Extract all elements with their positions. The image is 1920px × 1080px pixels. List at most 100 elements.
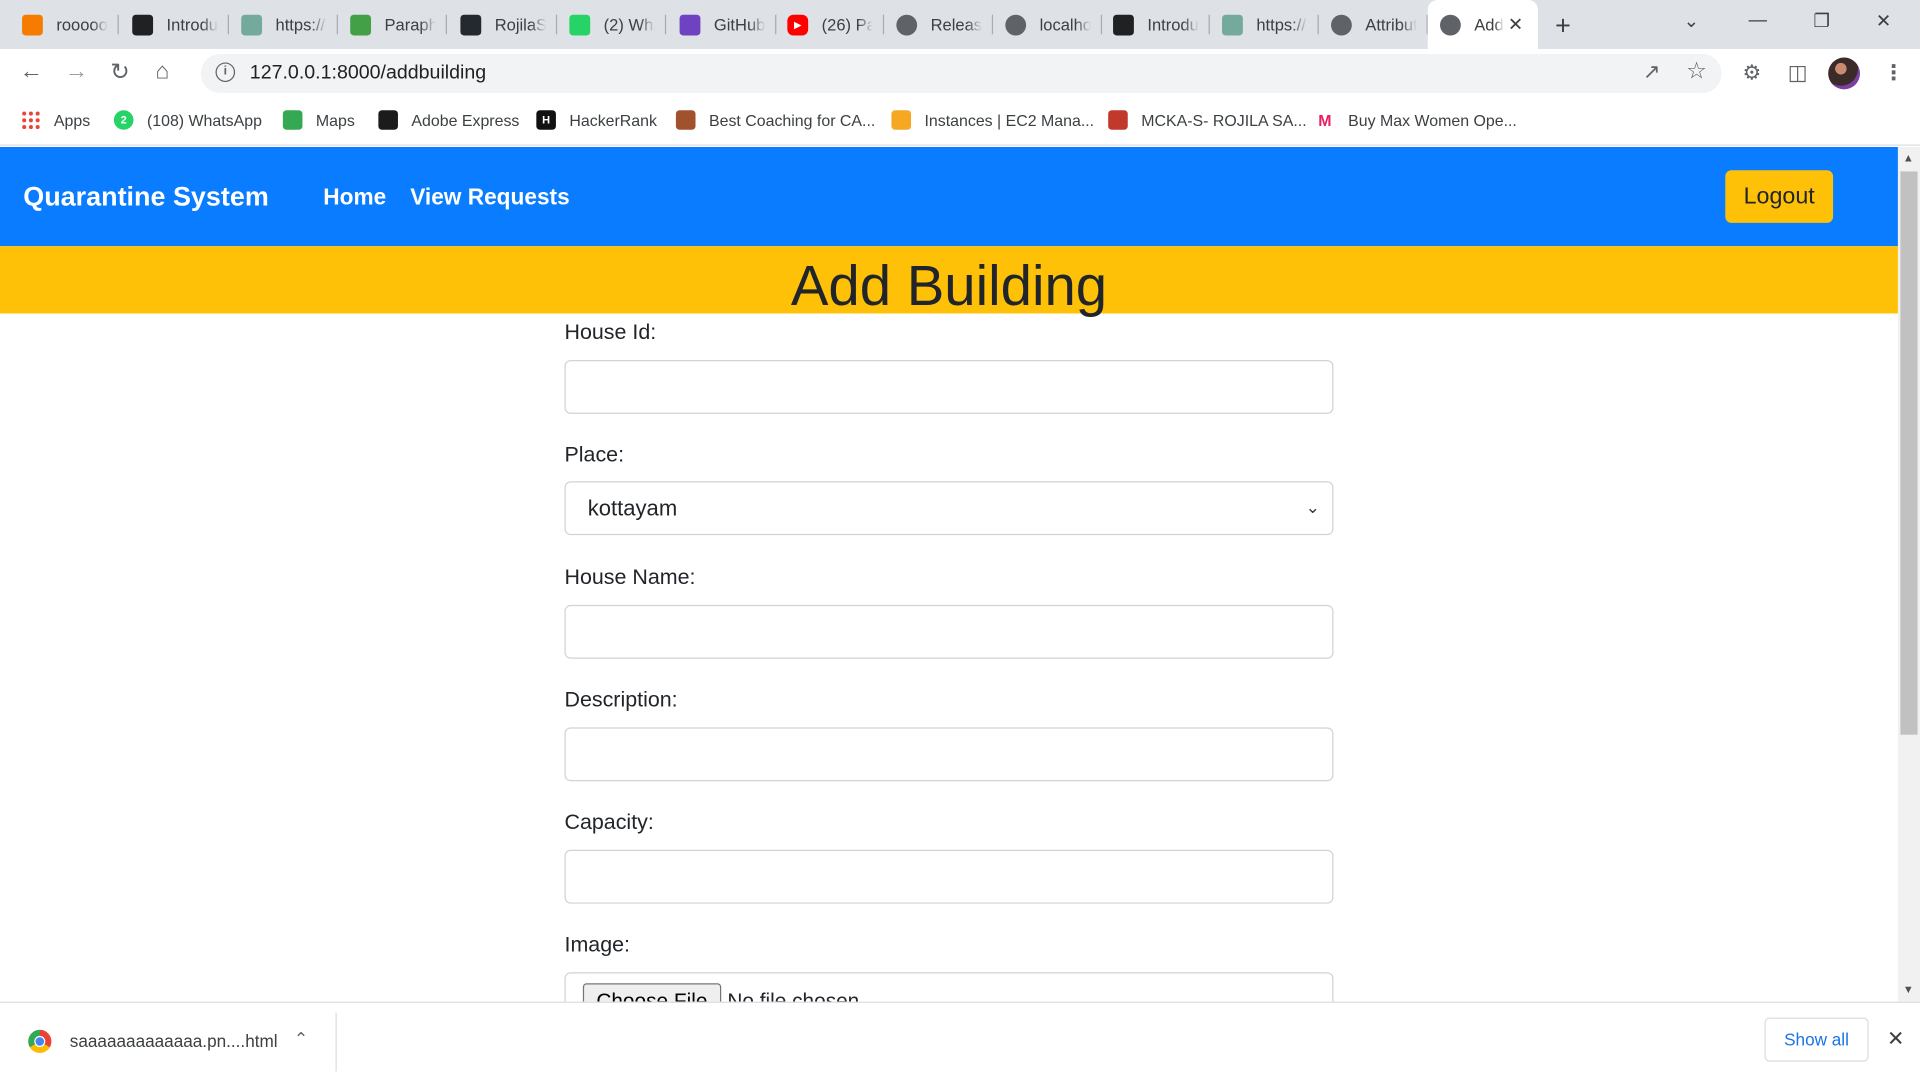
capacity-group: Capacity:: [564, 809, 1334, 904]
orange-app-icon: [22, 14, 43, 35]
new-tab-icon[interactable]: +: [1555, 10, 1571, 42]
place-label: Place:: [564, 442, 625, 467]
scroll-down-arrow-icon[interactable]: ▼: [1903, 983, 1914, 995]
web-page: Quarantine System Home View Requests Log…: [0, 146, 1898, 1002]
browser-tab[interactable]: https://: [1210, 7, 1319, 41]
coaching-icon: [675, 110, 696, 130]
bookmark-item[interactable]: Instances | EC2 Mana...: [891, 110, 1094, 130]
description-group: Description:: [564, 687, 1334, 782]
browser-tab[interactable]: ▶ (26) Par: [775, 7, 885, 41]
bookmark-label: Apps: [53, 110, 91, 130]
whatsapp-icon: [569, 14, 591, 35]
minimize-icon[interactable]: —: [1749, 10, 1767, 31]
adobe-express-icon: [378, 110, 398, 130]
menu-kebab-icon[interactable]: ⋮: [1883, 61, 1904, 85]
browser-tab[interactable]: rooooo: [10, 7, 119, 41]
profile-avatar[interactable]: [1828, 57, 1861, 90]
tab-title: Attribut: [1365, 15, 1417, 34]
browser-tab[interactable]: RojilaS/: [448, 7, 558, 41]
bookmark-label: MCKA-S- ROJILA SA...: [1141, 110, 1307, 130]
bookmark-item[interactable]: Apps: [20, 110, 91, 130]
tab-title: RojilaS/: [494, 15, 547, 34]
close-window-icon[interactable]: ✕: [1876, 10, 1891, 32]
house-name-input[interactable]: [564, 604, 1334, 659]
browser-tab[interactable]: localho: [993, 7, 1103, 41]
browser-tab[interactable]: Introdu: [120, 7, 229, 41]
scrollbar-thumb[interactable]: [1900, 171, 1918, 735]
forward-icon[interactable]: →: [65, 59, 88, 86]
bookmark-item[interactable]: Maps: [282, 110, 355, 130]
bookmark-star-icon[interactable]: ☆: [1686, 58, 1707, 86]
home-icon[interactable]: ⌂: [156, 59, 170, 86]
close-icon[interactable]: ✕: [1887, 1027, 1904, 1051]
bookmark-item[interactable]: 2 (108) WhatsApp: [113, 110, 262, 130]
capacity-input[interactable]: [564, 849, 1334, 904]
bookmarks-bar: Apps 2 (108) WhatsApp Maps Adobe Express H Hac…: [0, 99, 1920, 146]
scroll-up-arrow-icon[interactable]: ▲: [1903, 152, 1914, 164]
brand-link[interactable]: Quarantine System: [23, 181, 269, 213]
close-tab-icon[interactable]: ✕: [1508, 13, 1523, 36]
browser-tab[interactable]: (2) Wha: [557, 7, 667, 41]
house-name-group: House Name:: [564, 564, 1334, 659]
github-icon: [460, 14, 482, 35]
house-name-label: House Name:: [564, 564, 696, 589]
bookmark-item[interactable]: H HackerRank: [536, 110, 657, 130]
youtube-icon: ▶: [787, 14, 809, 35]
chatgpt-icon: [1222, 14, 1243, 35]
tab-title: GitHub: [713, 15, 766, 34]
side-panel-icon[interactable]: ◫: [1788, 61, 1808, 85]
chrome-file-icon: [28, 1029, 52, 1054]
bookmark-label: HackerRank: [569, 110, 657, 130]
download-file-name[interactable]: saaaaaaaaaaaaa.pn....html: [70, 1031, 278, 1051]
robot-icon: [350, 14, 372, 35]
bookmark-label: Buy Max Women Ope...: [1348, 110, 1517, 130]
globe-icon: [896, 14, 918, 35]
url-text[interactable]: 127.0.0.1:8000/addbuilding: [250, 62, 486, 84]
show-all-button[interactable]: Show all: [1764, 1017, 1869, 1062]
browser-tab[interactable]: Add ✕: [1427, 0, 1538, 49]
bookmark-label: Adobe Express: [411, 110, 520, 130]
bookmark-label: Instances | EC2 Mana...: [924, 110, 1095, 130]
globe-icon: [1440, 14, 1461, 35]
browser-tab[interactable]: Release: [884, 7, 994, 41]
house-id-group: House Id:: [564, 320, 1334, 414]
place-group: Place: kottayam ⌄: [564, 442, 1334, 536]
tab-title: (2) Wha: [603, 15, 655, 34]
description-input[interactable]: [564, 727, 1334, 782]
extensions-icon[interactable]: ⚙: [1742, 61, 1761, 85]
choose-file-button[interactable]: Choose File: [582, 983, 721, 1002]
bookmark-item[interactable]: Adobe Express: [378, 110, 519, 130]
download-shelf: saaaaaaaaaaaaa.pn....html ⌃ Show all ✕: [0, 1001, 1920, 1080]
address-bar[interactable]: i 127.0.0.1:8000/addbuilding ↗ ☆: [200, 53, 1722, 94]
browser-tab[interactable]: Paraphr: [338, 7, 447, 41]
page-scrollbar[interactable]: ▲ ▼: [1897, 146, 1920, 1002]
chevron-up-icon[interactable]: ⌃: [294, 1029, 308, 1050]
browser-tab[interactable]: Introdu: [1101, 7, 1210, 41]
reload-icon[interactable]: ↻: [110, 59, 129, 87]
list-icon: [679, 14, 701, 35]
nav-view-requests-link[interactable]: View Requests: [410, 184, 569, 211]
place-select[interactable]: kottayam ⌄: [564, 481, 1334, 536]
restore-icon[interactable]: ❐: [1813, 10, 1829, 32]
nav-home-link[interactable]: Home: [323, 184, 386, 211]
house-id-input[interactable]: [564, 360, 1334, 414]
logout-button[interactable]: Logout: [1725, 170, 1834, 223]
site-info-icon[interactable]: i: [215, 62, 236, 83]
browser-tab[interactable]: Attribut: [1319, 7, 1428, 41]
aws-box-icon: [891, 110, 912, 130]
tab-title: (26) Par: [821, 15, 873, 34]
bookmark-item[interactable]: Best Coaching for CA...: [675, 110, 875, 130]
chatgpt-icon: [241, 14, 263, 35]
browser-tab[interactable]: GitHub: [667, 7, 777, 41]
bookmark-item[interactable]: MCKA-S- ROJILA SA...: [1108, 110, 1307, 130]
whatsapp-icon: 2: [113, 110, 134, 130]
back-icon[interactable]: ←: [20, 59, 43, 86]
image-file-input[interactable]: Choose File No file chosen: [564, 972, 1334, 1002]
browser-tab[interactable]: https://: [229, 7, 338, 41]
tab-title: Release: [930, 15, 983, 34]
tab-title: Add: [1474, 15, 1504, 34]
apps-grid-icon: [20, 110, 41, 130]
bookmark-item[interactable]: M Buy Max Women Ope...: [1315, 110, 1517, 130]
tab-search-icon[interactable]: ⌄: [1684, 10, 1699, 32]
share-icon[interactable]: ↗: [1643, 60, 1660, 84]
